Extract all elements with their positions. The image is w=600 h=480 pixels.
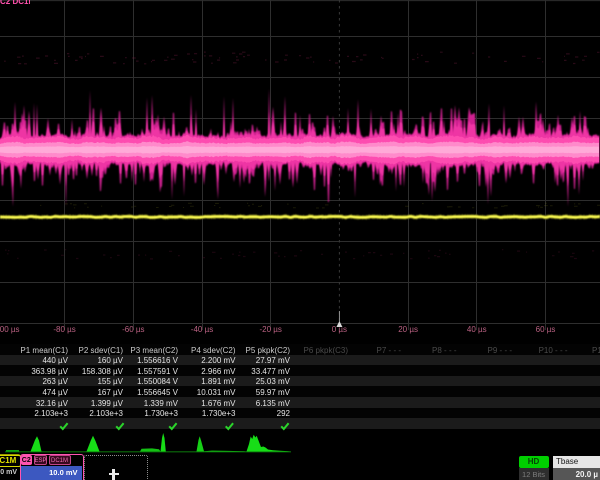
svg-text:-100 µs: -100 µs	[0, 325, 20, 334]
svg-text:-80 µs: -80 µs	[53, 325, 75, 334]
svg-text:20 µs: 20 µs	[398, 325, 418, 334]
svg-text:-60 µs: -60 µs	[122, 325, 144, 334]
svg-text:0 µs: 0 µs	[332, 325, 347, 334]
svg-text:40 µs: 40 µs	[467, 325, 487, 334]
svg-text:-40 µs: -40 µs	[191, 325, 213, 334]
svg-text:-20 µs: -20 µs	[259, 325, 281, 334]
svg-text:60 µs: 60 µs	[536, 325, 556, 334]
